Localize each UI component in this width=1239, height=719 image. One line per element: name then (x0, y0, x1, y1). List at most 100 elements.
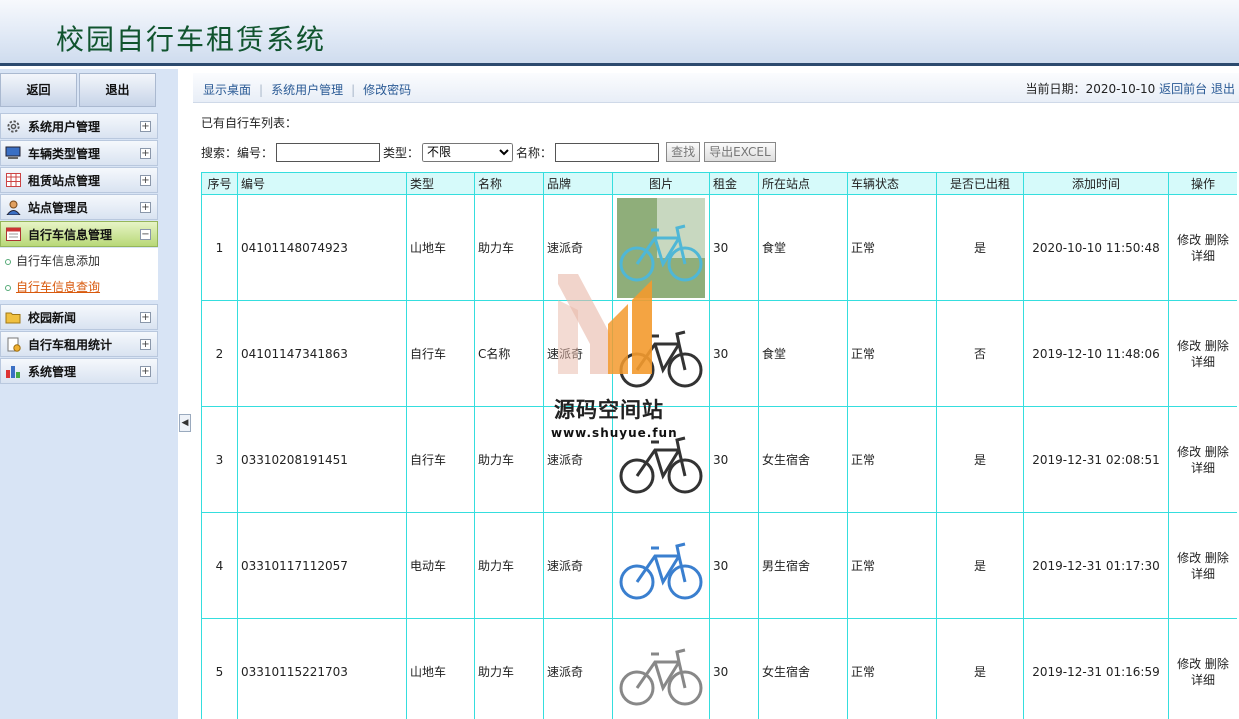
cell-rent: 30 (709, 300, 759, 407)
delete-link[interactable]: 删除 (1205, 551, 1229, 565)
cell-station: 女生宿舍 (758, 406, 848, 513)
table-row: 1 04101148074923 山地车 助力车 速派奇 30 食堂 正常是 2020-10-1… (201, 194, 1237, 301)
edit-link[interactable]: 修改 (1177, 551, 1201, 565)
expand-icon[interactable]: + (140, 201, 151, 213)
cell-code: 04101148074923 (237, 194, 407, 301)
edit-link[interactable]: 修改 (1177, 445, 1201, 459)
edit-link[interactable]: 修改 (1177, 657, 1201, 671)
cell-rented: 否 (936, 300, 1024, 407)
col-header: 是否已出租 (936, 172, 1024, 195)
sidebar-item-station-admins[interactable]: 站点管理员 + (0, 194, 158, 220)
table-row: 5 03310115221703 山地车 助力车 速派奇 30 女生宿舍 正常是 2019-12… (201, 618, 1237, 719)
sidebar-item-bike-info[interactable]: 自行车信息管理 − (0, 221, 158, 247)
cell-rent: 30 (709, 194, 759, 301)
expand-icon[interactable]: + (140, 338, 151, 350)
expand-icon[interactable]: + (140, 311, 151, 323)
cell-station: 食堂 (758, 194, 848, 301)
detail-link[interactable]: 详细 (1191, 567, 1215, 581)
cell-rented: 是 (936, 406, 1024, 513)
sidebar-item-vehicle-types[interactable]: 车辆类型管理 + (0, 140, 158, 166)
expand-icon[interactable]: + (140, 147, 151, 159)
submenu-item-bike-query[interactable]: 自行车信息查询 (0, 274, 158, 300)
col-header: 图片 (612, 172, 710, 195)
cell-code: 04101147341863 (237, 300, 407, 407)
expand-icon[interactable]: + (140, 365, 151, 377)
name-search-input[interactable] (555, 142, 660, 162)
collapse-icon[interactable]: − (140, 228, 151, 240)
col-header: 添加时间 (1023, 172, 1169, 195)
table-row: 3 03310208191451 自行车 助力车 速派奇 30 女生宿舍 正常是 2019-12… (201, 406, 1237, 513)
cell-added: 2019-12-10 11:48:06 (1023, 300, 1169, 407)
cell-no: 1 (201, 194, 238, 301)
bar-chart-icon (4, 363, 22, 379)
cell-name: 助力车 (474, 406, 544, 513)
detail-link[interactable]: 详细 (1191, 673, 1215, 687)
delete-link[interactable]: 删除 (1205, 339, 1229, 353)
sidebar-submenu: 自行车信息添加 自行车信息查询 (0, 248, 158, 300)
delete-link[interactable]: 删除 (1205, 445, 1229, 459)
table-header-row: 序号 编号 类型 名称 品牌 图片 租金 所在站点 车辆状态 是否已出租 添加时… (201, 172, 1237, 195)
delete-link[interactable]: 删除 (1205, 233, 1229, 247)
back-button[interactable]: 返回 (0, 73, 77, 107)
top-nav-right: 当前日期：2020-10-10 返回前台 退出 (1026, 80, 1235, 97)
sidebar-item-system-admin[interactable]: 系统管理 + (0, 358, 158, 384)
detail-link[interactable]: 详细 (1191, 249, 1215, 263)
monitor-icon (4, 145, 22, 161)
calendar-icon (4, 226, 22, 242)
nav-link-system-users[interactable]: 系统用户管理 (271, 83, 343, 97)
nav-link-change-password[interactable]: 修改密码 (363, 83, 411, 97)
app-header: 校园自行车租赁系统 (0, 0, 1239, 66)
cell-station: 男生宿舍 (758, 512, 848, 619)
export-excel-button[interactable]: 导出EXCEL (704, 142, 776, 162)
sidebar-collapse-button[interactable]: ◀ (179, 414, 191, 432)
sidebar: 返回 退出 系统用户管理 + 车辆类型管理 + 租赁站点管理 + 站点管理员 +… (0, 69, 178, 719)
back-to-front-link[interactable]: 返回前台 (1159, 82, 1207, 96)
folder-icon (4, 309, 22, 325)
col-header: 车辆状态 (847, 172, 937, 195)
sidebar-item-rental-stats[interactable]: 自行车租用统计 + (0, 331, 158, 357)
expand-icon[interactable]: + (140, 174, 151, 186)
cell-brand: 速派奇 (543, 618, 613, 719)
search-button[interactable]: 查找 (666, 142, 701, 162)
nav-separator: | (259, 83, 264, 97)
edit-link[interactable]: 修改 (1177, 339, 1201, 353)
sidebar-item-rental-stations[interactable]: 租赁站点管理 + (0, 167, 158, 193)
col-header: 名称 (474, 172, 544, 195)
sidebar-item-campus-news[interactable]: 校园新闻 + (0, 304, 158, 330)
cell-added: 2020-10-10 11:50:48 (1023, 194, 1169, 301)
cell-added: 2019-12-31 01:16:59 (1023, 618, 1169, 719)
submenu-item-bike-add[interactable]: 自行车信息添加 (0, 248, 158, 274)
detail-link[interactable]: 详细 (1191, 461, 1215, 475)
watermark-logo (558, 274, 652, 374)
search-prefix-label: 搜索： (201, 145, 238, 160)
code-search-input[interactable] (276, 142, 381, 162)
main-content: 显示桌面 | 系统用户管理 | 修改密码 当前日期：2020-10-10 返回前台 退出… (193, 69, 1239, 719)
cell-code: 03310115221703 (237, 618, 407, 719)
detail-link[interactable]: 详细 (1191, 355, 1215, 369)
list-title: 已有自行车列表： (201, 116, 298, 130)
sidebar-item-system-users[interactable]: 系统用户管理 + (0, 113, 158, 139)
col-header: 编号 (237, 172, 407, 195)
cell-rented: 是 (936, 512, 1024, 619)
sidebar-item-label: 自行车信息管理 (28, 227, 113, 242)
expand-icon[interactable]: + (140, 120, 151, 132)
cell-status: 正常 (847, 194, 937, 301)
nav-link-desktop[interactable]: 显示桌面 (203, 83, 251, 97)
cell-rent: 30 (709, 618, 759, 719)
delete-link[interactable]: 删除 (1205, 657, 1229, 671)
cell-name: 助力车 (474, 194, 544, 301)
watermark-name: 源码空间站 (554, 398, 664, 422)
type-select[interactable]: 不限 (422, 142, 514, 162)
edit-link[interactable]: 修改 (1177, 233, 1201, 247)
logout-button[interactable]: 退出 (79, 73, 156, 107)
cell-rent: 30 (709, 512, 759, 619)
col-header: 品牌 (543, 172, 613, 195)
logout-link[interactable]: 退出 (1211, 82, 1235, 96)
cell-code: 03310117112057 (237, 512, 407, 619)
cell-added: 2019-12-31 02:08:51 (1023, 406, 1169, 513)
top-nav: 显示桌面 | 系统用户管理 | 修改密码 当前日期：2020-10-10 返回前台 退出 (193, 73, 1239, 103)
cell-image (612, 512, 710, 619)
cell-status: 正常 (847, 300, 937, 407)
cell-ops: 修改 删除详细 (1168, 300, 1237, 407)
bike-photo (619, 542, 703, 599)
